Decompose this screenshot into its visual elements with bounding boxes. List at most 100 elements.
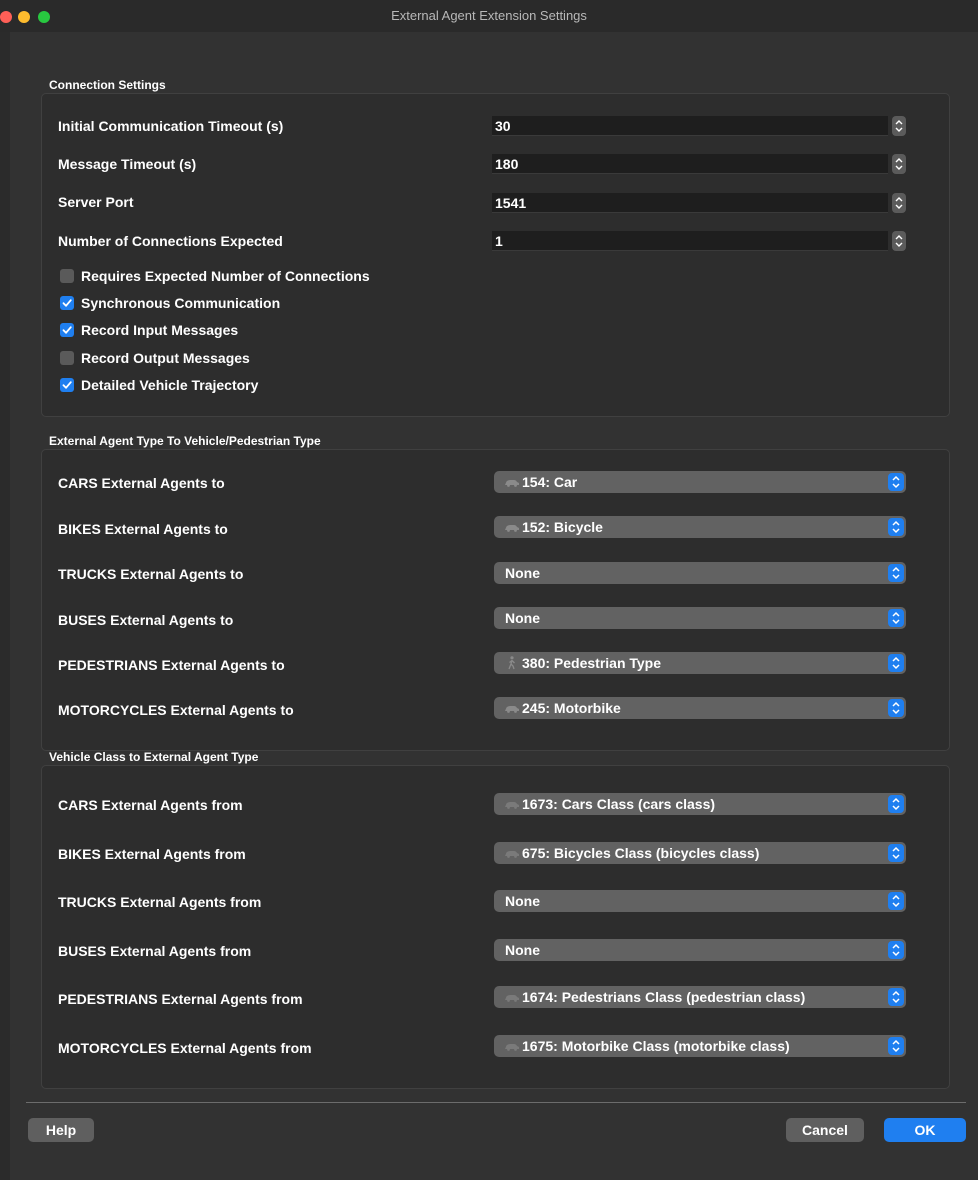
chevron-up-down-icon <box>892 475 900 489</box>
help-button[interactable]: Help <box>28 1118 94 1142</box>
chevron-up-down-icon <box>892 797 900 811</box>
footer-separator <box>26 1102 966 1103</box>
field-label-message-timeout: Message Timeout (s) <box>58 156 197 172</box>
select-value: None <box>505 893 540 909</box>
chevron-up-down-icon <box>892 846 900 860</box>
chevron-up-down-icon <box>892 1039 900 1053</box>
select-cars-from[interactable]: 1673: Cars Class (cars class) <box>494 793 906 815</box>
select-bikes-from[interactable]: 675: Bicycles Class (bicycles class) <box>494 842 906 864</box>
ok-button[interactable]: OK <box>884 1118 966 1142</box>
title-bar: External Agent Extension Settings <box>0 0 978 32</box>
select-value: None <box>505 942 540 958</box>
select-pedestrians-from[interactable]: 1674: Pedestrians Class (pedestrian clas… <box>494 986 906 1008</box>
select-arrow[interactable] <box>888 844 904 862</box>
checkbox-label: Requires Expected Number of Connections <box>81 268 370 284</box>
to-vehicle-label-cars: CARS External Agents to <box>58 475 225 491</box>
chevron-up-down-icon <box>892 990 900 1004</box>
select-arrow[interactable] <box>888 609 904 627</box>
select-arrow[interactable] <box>888 699 904 717</box>
checkmark-icon <box>62 381 72 389</box>
select-arrow[interactable] <box>888 941 904 959</box>
checkbox-box[interactable] <box>60 269 74 283</box>
select-bikes-to[interactable]: 152: Bicycle <box>494 516 906 538</box>
select-cars-to[interactable]: 154: Car <box>494 471 906 493</box>
from-class-label-motorcycles: MOTORCYCLES External Agents from <box>58 1040 312 1056</box>
car-class-icon <box>505 995 519 1002</box>
initial-timeout-stepper[interactable] <box>892 116 906 136</box>
pedestrian-icon <box>508 656 515 670</box>
field-label-server-port: Server Port <box>58 194 134 210</box>
initial-timeout-spinbox[interactable]: 30 <box>492 116 906 136</box>
car-icon <box>505 480 519 487</box>
server-port-input[interactable]: 1541 <box>492 193 888 213</box>
select-motorcycles-to[interactable]: 245: Motorbike <box>494 697 906 719</box>
from-class-label-pedestrians: PEDESTRIANS External Agents from <box>58 991 303 1007</box>
car-class-icon <box>505 1044 519 1051</box>
checkbox-box[interactable] <box>60 378 74 392</box>
select-value: 1674: Pedestrians Class (pedestrian clas… <box>522 989 806 1005</box>
select-buses-from[interactable]: None <box>494 939 906 961</box>
to-vehicle-label-trucks: TRUCKS External Agents to <box>58 566 244 582</box>
select-trucks-from[interactable]: None <box>494 890 906 912</box>
checkbox-label: Detailed Vehicle Trajectory <box>81 377 259 393</box>
cancel-button[interactable]: Cancel <box>786 1118 864 1142</box>
checkbox-box[interactable] <box>60 351 74 365</box>
select-arrow[interactable] <box>888 473 904 491</box>
initial-timeout-input[interactable]: 30 <box>492 116 888 136</box>
select-arrow[interactable] <box>888 988 904 1006</box>
connections-expected-spinbox[interactable]: 1 <box>492 231 906 251</box>
from-class-label-bikes: BIKES External Agents from <box>58 846 246 862</box>
checkmark-icon <box>62 326 72 334</box>
connections-expected-input[interactable]: 1 <box>492 231 888 251</box>
connection-settings-title: Connection Settings <box>49 78 166 92</box>
chevron-up-down-icon <box>892 520 900 534</box>
select-motorcycles-from[interactable]: 1675: Motorbike Class (motorbike class) <box>494 1035 906 1057</box>
select-arrow[interactable] <box>888 795 904 813</box>
checkbox-box[interactable] <box>60 323 74 337</box>
car-icon <box>505 706 519 713</box>
select-value: 1675: Motorbike Class (motorbike class) <box>522 1038 790 1054</box>
chevron-up-down-icon <box>892 566 900 580</box>
stepper-arrows-icon <box>895 158 903 170</box>
checkbox-label: Synchronous Communication <box>81 295 281 311</box>
chevron-up-down-icon <box>892 611 900 625</box>
to-vehicle-label-motorcycles: MOTORCYCLES External Agents to <box>58 702 294 718</box>
connection-settings-group <box>41 93 950 417</box>
from-class-label-cars: CARS External Agents from <box>58 797 243 813</box>
select-value: 245: Motorbike <box>522 700 621 716</box>
chevron-up-down-icon <box>892 943 900 957</box>
from-class-label-buses: BUSES External Agents from <box>58 943 252 959</box>
message-timeout-input[interactable]: 180 <box>492 154 888 174</box>
to-vehicle-section-title: External Agent Type To Vehicle/Pedestria… <box>49 434 321 448</box>
select-value: 152: Bicycle <box>522 519 603 535</box>
field-label-initial-timeout: Initial Communication Timeout (s) <box>58 118 284 134</box>
select-arrow[interactable] <box>888 564 904 582</box>
field-label-connections-expected: Number of Connections Expected <box>58 233 283 249</box>
to-vehicle-label-bikes: BIKES External Agents to <box>58 521 228 537</box>
car-icon <box>505 525 519 532</box>
select-value: 380: Pedestrian Type <box>522 655 662 671</box>
car-class-icon <box>505 851 519 858</box>
select-arrow[interactable] <box>888 1037 904 1055</box>
select-arrow[interactable] <box>888 892 904 910</box>
server-port-stepper[interactable] <box>892 193 906 213</box>
checkbox-box[interactable] <box>60 296 74 310</box>
select-buses-to[interactable]: None <box>494 607 906 629</box>
to-vehicle-label-buses: BUSES External Agents to <box>58 612 234 628</box>
connections-expected-stepper[interactable] <box>892 231 906 251</box>
window-title: External Agent Extension Settings <box>391 8 587 23</box>
select-arrow[interactable] <box>888 654 904 672</box>
chevron-up-down-icon <box>892 656 900 670</box>
server-port-spinbox[interactable]: 1541 <box>492 193 906 213</box>
select-pedestrians-to[interactable]: 380: Pedestrian Type <box>494 652 906 674</box>
select-arrow[interactable] <box>888 518 904 536</box>
stepper-arrows-icon <box>895 197 903 209</box>
select-trucks-to[interactable]: None <box>494 562 906 584</box>
stepper-arrows-icon <box>895 120 903 132</box>
checkbox-label: Record Input Messages <box>81 322 239 338</box>
car-class-icon <box>505 802 519 809</box>
to-vehicle-label-pedestrians: PEDESTRIANS External Agents to <box>58 657 285 673</box>
message-timeout-stepper[interactable] <box>892 154 906 174</box>
message-timeout-spinbox[interactable]: 180 <box>492 154 906 174</box>
select-value: 675: Bicycles Class (bicycles class) <box>522 845 760 861</box>
